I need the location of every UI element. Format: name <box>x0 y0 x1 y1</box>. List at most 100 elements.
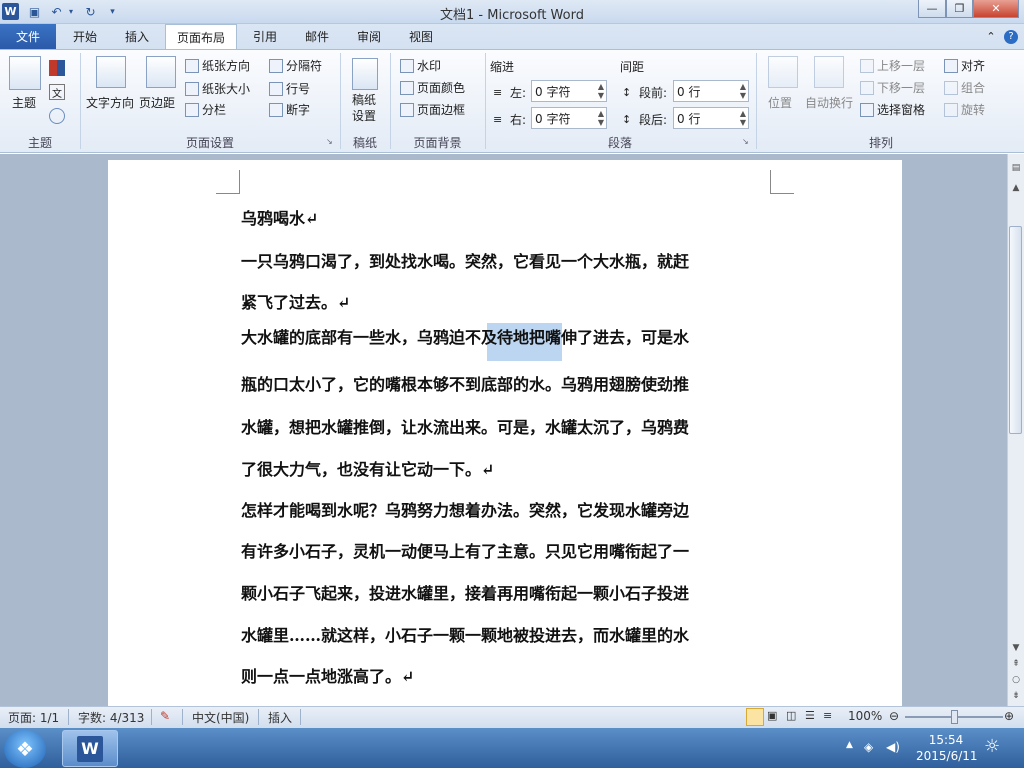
dialog-launcher-icon[interactable]: ↘ <box>326 137 333 146</box>
document-line[interactable]: 则一点一点地涨高了。↵ <box>241 663 771 687</box>
indent-left-icon: ≡ <box>493 85 503 99</box>
outline-view-icon[interactable]: ☰ <box>805 709 815 722</box>
tab-mailings[interactable]: 邮件 <box>294 24 340 49</box>
spacing-before-input[interactable]: 0 行 ▲ ▼ <box>673 80 749 102</box>
web-layout-view-icon[interactable]: ◫ <box>786 709 796 722</box>
page-color-button[interactable]: 页面颜色 <box>400 79 465 96</box>
word-count-status[interactable]: 字数: 4/313 <box>78 709 144 726</box>
insert-mode-status[interactable]: 插入 <box>268 709 292 726</box>
arrange-group-label: 排列 <box>868 136 893 150</box>
indent-left-input[interactable]: 0 字符 ▲ ▼ <box>531 80 607 102</box>
watermark-button[interactable]: 水印 <box>400 57 441 74</box>
language-status[interactable]: 中文(中国) <box>192 709 249 726</box>
spinner-icon[interactable]: ▲ ▼ <box>598 82 604 100</box>
browse-object-icon[interactable]: ○ <box>1008 672 1024 688</box>
selection-pane-button[interactable]: 选择窗格 <box>860 101 925 118</box>
tab-file[interactable]: 文件 <box>0 24 56 49</box>
paper-size-icon <box>185 81 199 96</box>
send-backward-button[interactable]: 下移一层 <box>860 79 925 96</box>
scrollbar-thumb[interactable] <box>1009 226 1022 434</box>
document-line[interactable]: 瓶的口太小了，它的嘴根本够不到底部的水。乌鸦用翅膀使劲推 <box>241 371 771 395</box>
text-direction-icon <box>96 56 126 88</box>
weather-gadget-icon[interactable]: ☼ <box>984 736 1000 757</box>
volume-icon[interactable]: ◀) <box>886 740 900 754</box>
spacing-after-input[interactable]: 0 行 ▲ ▼ <box>673 107 749 129</box>
page-count-status[interactable]: 页面: 1/1 <box>8 709 59 726</box>
theme-effects-icon[interactable] <box>49 108 65 124</box>
bring-forward-icon <box>860 58 874 73</box>
previous-page-icon[interactable]: ⇞ <box>1008 656 1024 672</box>
rotate-button[interactable]: 旋转 <box>944 101 985 118</box>
position-button[interactable]: 位置 <box>768 94 792 111</box>
maximize-button[interactable]: ❐ <box>946 0 973 18</box>
page-border-button[interactable]: 页面边框 <box>400 101 465 118</box>
proofing-icon[interactable]: ✎ <box>160 709 170 723</box>
spinner-icon[interactable]: ▲ ▼ <box>740 82 746 100</box>
themes-button[interactable]: 主题 <box>12 94 36 111</box>
document-line[interactable]: 了很大力气，也没有让它动一下。↵ <box>241 456 771 480</box>
manuscript-settings-button[interactable]: 稿纸 设置 <box>352 92 376 124</box>
tab-review[interactable]: 审阅 <box>346 24 392 49</box>
breaks-button[interactable]: 分隔符 <box>269 57 322 74</box>
print-layout-view-icon[interactable] <box>746 708 764 726</box>
spinner-icon[interactable]: ▲ ▼ <box>598 109 604 127</box>
zoom-level[interactable]: 100% <box>848 709 882 723</box>
margins-icon <box>146 56 176 88</box>
indent-right-input[interactable]: 0 字符 ▲ ▼ <box>531 107 607 129</box>
line-numbers-button[interactable]: 行号 <box>269 80 310 97</box>
word-taskbar-icon: W <box>77 735 103 762</box>
close-button[interactable]: ✕ <box>973 0 1019 18</box>
align-button[interactable]: 对齐 <box>944 57 985 74</box>
clock[interactable]: 15:54 2015/6/11 <box>916 732 978 764</box>
align-icon <box>944 58 958 73</box>
document-line[interactable]: 水罐里……就这样，小石子一颗一颗地被投进去，而水罐里的水 <box>241 622 771 646</box>
theme-fonts-icon[interactable]: 文 <box>49 84 65 100</box>
margins-button[interactable]: 页边距 <box>139 94 175 111</box>
bring-forward-button[interactable]: 上移一层 <box>860 57 925 74</box>
document-line[interactable]: 怎样才能喝到水呢？乌鸦努力想着办法。突然，它发现水罐旁边 <box>241 497 771 521</box>
wrap-text-button[interactable]: 自动换行 <box>805 94 853 111</box>
text-direction-button[interactable]: 文字方向 <box>86 94 134 111</box>
tray-expand-icon[interactable]: ▲ <box>846 740 853 750</box>
ribbon-minimize-icon[interactable]: ⌃ <box>982 24 1000 49</box>
document-line[interactable]: 水罐，想把水罐推倒，让水流出来。可是，水罐太沉了，乌鸦费 <box>241 414 771 438</box>
group-button[interactable]: 组合 <box>944 79 985 96</box>
spinner-icon[interactable]: ▲ ▼ <box>740 109 746 127</box>
scroll-up-icon[interactable]: ▲ <box>1008 180 1024 196</box>
zoom-out-icon[interactable]: ⊖ <box>889 709 899 723</box>
document-line[interactable]: 乌鸦喝水↵ <box>241 205 771 229</box>
full-screen-view-icon[interactable]: ▣ <box>767 709 777 722</box>
network-icon[interactable]: ◈ <box>864 740 873 754</box>
tab-home[interactable]: 开始 <box>62 24 108 49</box>
dialog-launcher-icon[interactable]: ↘ <box>742 137 749 146</box>
status-separator <box>300 709 301 725</box>
document-line[interactable]: 一只乌鸦口渴了，到处找水喝。突然，它看见一个大水瓶，就赶 <box>241 248 771 272</box>
scroll-down-icon[interactable]: ▼ <box>1008 640 1024 656</box>
next-page-icon[interactable]: ⇟ <box>1008 688 1024 704</box>
start-button[interactable]: ❖ <box>4 730 46 768</box>
document-line[interactable]: 大水罐的底部有一些水，乌鸦迫不及待地把嘴伸了进去，可是水 <box>241 324 771 348</box>
minimize-button[interactable]: — <box>918 0 946 18</box>
columns-button[interactable]: 分栏 <box>185 101 226 118</box>
taskbar-word-button[interactable]: W <box>62 730 118 767</box>
theme-colors-icon[interactable] <box>49 60 65 76</box>
ruler-toggle-icon[interactable]: ▤ <box>1008 160 1024 176</box>
zoom-slider-thumb[interactable] <box>951 710 958 724</box>
tab-insert[interactable]: 插入 <box>114 24 160 49</box>
page-setup-group-label: 页面设置 <box>185 136 234 150</box>
help-icon[interactable]: ? <box>1002 24 1020 49</box>
tab-view[interactable]: 视图 <box>398 24 444 49</box>
tab-references[interactable]: 引用 <box>242 24 288 49</box>
themes-icon <box>9 56 41 90</box>
zoom-in-icon[interactable]: ⊕ <box>1004 709 1014 723</box>
document-line[interactable]: 有许多小石子，灵机一动便马上有了主意。只见它用嘴衔起了一 <box>241 538 771 562</box>
document-line[interactable]: 颗小石子飞起来，投进水罐里，接着再用嘴衔起一颗小石子投进 <box>241 580 771 604</box>
document-line[interactable]: 紧飞了过去。↵ <box>241 289 771 313</box>
tab-page-layout[interactable]: 页面布局 <box>165 24 237 49</box>
orientation-button[interactable]: 纸张方向 <box>185 57 250 74</box>
status-separator <box>258 709 259 725</box>
draft-view-icon[interactable]: ≡ <box>823 709 832 722</box>
hyphenation-button[interactable]: 断字 <box>269 101 310 118</box>
size-button[interactable]: 纸张大小 <box>185 80 250 97</box>
status-separator <box>151 709 152 725</box>
